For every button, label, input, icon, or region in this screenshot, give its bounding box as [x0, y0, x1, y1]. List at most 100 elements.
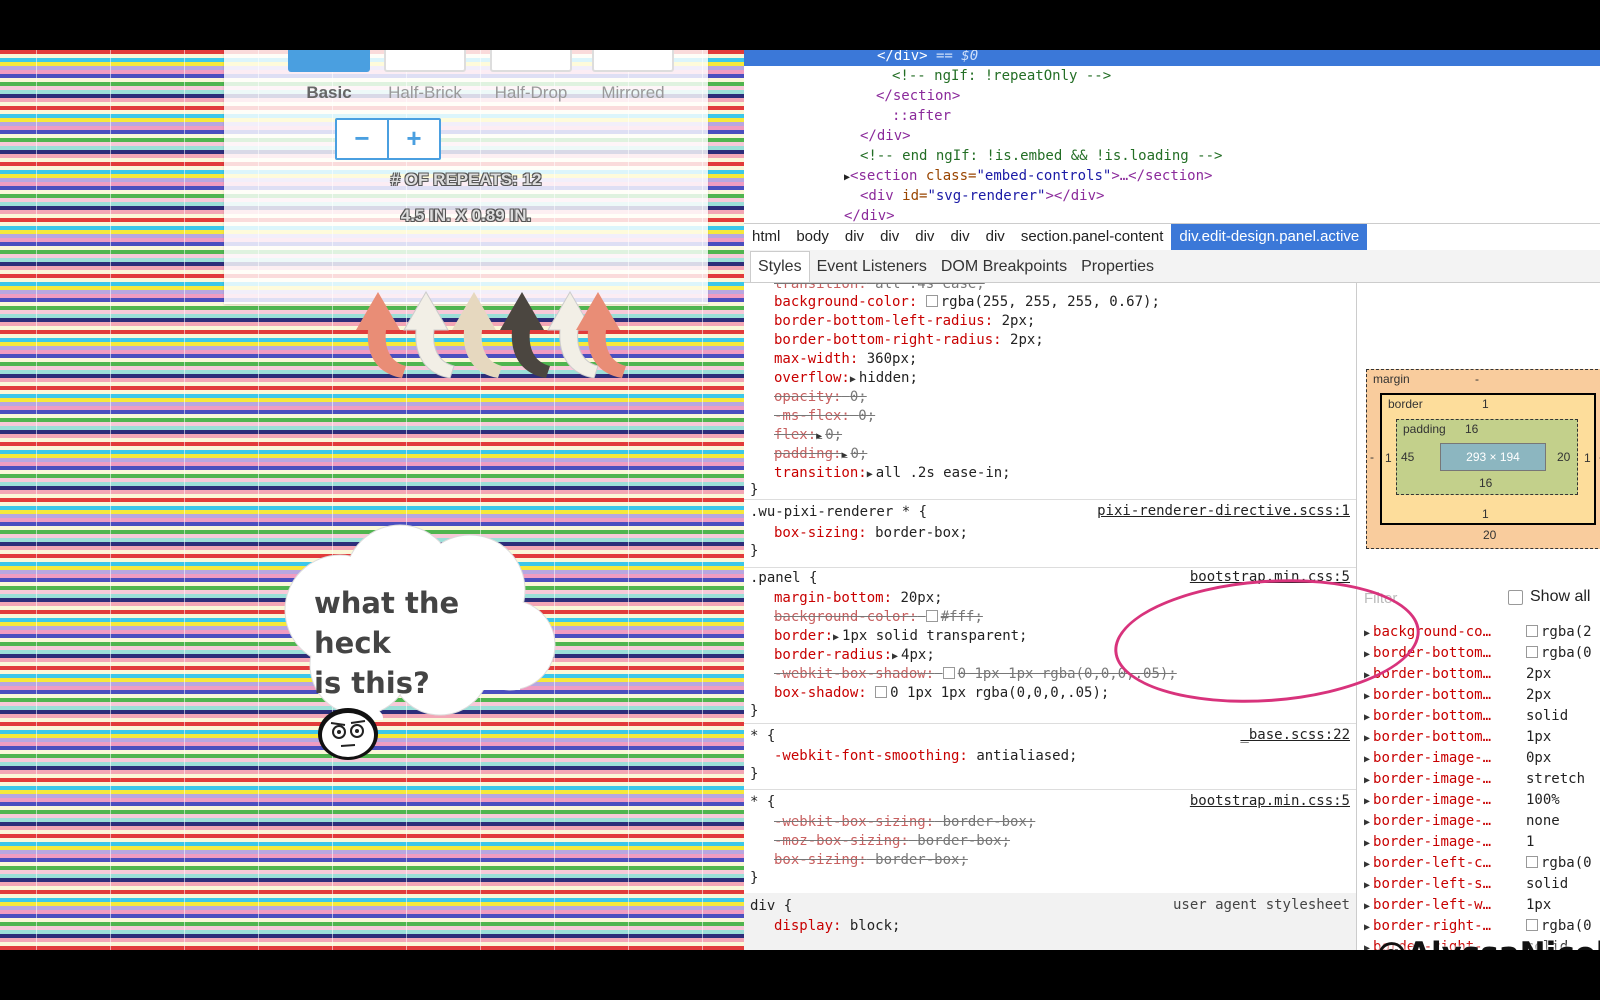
- declaration[interactable]: flex:▶ 0;: [774, 426, 842, 444]
- expand-triangle-icon[interactable]: ▶: [1364, 880, 1370, 891]
- expand-triangle-icon[interactable]: ▶: [1364, 817, 1370, 828]
- declaration[interactable]: transition: all .4s ease;: [774, 283, 985, 293]
- declaration[interactable]: padding:▶ 0;: [774, 445, 867, 463]
- expand-triangle-icon[interactable]: ▶: [850, 374, 856, 385]
- repeat-label-basic[interactable]: Basic: [274, 83, 384, 103]
- crumb-active[interactable]: div.edit-design.panel.active: [1171, 224, 1368, 250]
- color-swatch[interactable]: [925, 295, 938, 307]
- expand-triangle-icon[interactable]: ▶: [841, 450, 847, 461]
- dom-node-svg-renderer[interactable]: <div id="svg-renderer"></div>: [860, 186, 1104, 206]
- dom-node[interactable]: </div>: [844, 206, 895, 223]
- rule-source-link[interactable]: pixi-renderer-directive.scss:1: [1097, 503, 1350, 519]
- crumb-section[interactable]: section.panel-content: [1013, 224, 1172, 250]
- declaration[interactable]: -ms-flex: 0;: [774, 407, 875, 425]
- computed-property[interactable]: ▶ border-bottom… 1px: [1364, 727, 1551, 748]
- computed-property[interactable]: ▶ border-left-c… rgba(0: [1364, 853, 1592, 874]
- declaration[interactable]: transition:▶ all .2s ease-in;: [774, 464, 1011, 482]
- declaration[interactable]: background-color: rgba(255, 255, 255, 0.…: [774, 293, 1160, 311]
- tab-dom-breakpoints[interactable]: DOM Breakpoints: [934, 252, 1074, 282]
- computed-property[interactable]: ▶ border-image-… 0px: [1364, 748, 1551, 769]
- expand-triangle-icon[interactable]: ▶: [1364, 922, 1370, 933]
- computed-property[interactable]: ▶ border-left-w… 1px: [1364, 895, 1551, 916]
- declaration[interactable]: box-sizing: border-box;: [774, 524, 968, 542]
- rule-selector[interactable]: * {: [750, 793, 775, 811]
- expand-triangle-icon[interactable]: ▶: [1364, 691, 1370, 702]
- declaration[interactable]: border-radius:▶ 4px;: [774, 646, 935, 664]
- repeat-mirrored-thumb[interactable]: [592, 50, 674, 72]
- expand-triangle-icon[interactable]: ▶: [1364, 901, 1370, 912]
- dom-comment[interactable]: <!-- ngIf: !repeatOnly -->: [892, 66, 1111, 86]
- repeat-half-drop-thumb[interactable]: [490, 50, 572, 72]
- repeat-half-brick-thumb[interactable]: [384, 50, 466, 72]
- dom-pseudo[interactable]: ::after: [892, 106, 951, 126]
- crumb-div[interactable]: div: [978, 224, 1013, 250]
- tab-styles[interactable]: Styles: [750, 251, 810, 282]
- rule-source-link[interactable]: _base.scss:22: [1240, 727, 1350, 743]
- dom-node-embed-controls[interactable]: ▶<section class="embed-controls">…</sect…: [844, 166, 1212, 186]
- rule-selector[interactable]: div {: [750, 897, 792, 915]
- computed-property[interactable]: ▶ border-right-… rgba(0: [1364, 916, 1592, 937]
- crumb-body[interactable]: body: [788, 224, 837, 250]
- expand-triangle-icon[interactable]: ▶: [1364, 712, 1370, 723]
- show-all-checkbox[interactable]: [1508, 589, 1523, 605]
- crumb-div[interactable]: div: [837, 224, 872, 250]
- expand-triangle-icon[interactable]: ▶: [867, 469, 873, 480]
- crumb-div[interactable]: div: [907, 224, 942, 250]
- declaration[interactable]: max-width: 360px;: [774, 350, 917, 368]
- shadow-swatch[interactable]: [942, 667, 955, 679]
- declaration[interactable]: -moz-box-sizing: border-box;: [774, 832, 1010, 850]
- shadow-swatch[interactable]: [875, 686, 888, 698]
- color-swatch[interactable]: [1526, 856, 1538, 868]
- tab-event-listeners[interactable]: Event Listeners: [810, 252, 934, 282]
- declaration[interactable]: -webkit-box-shadow: 0 1px 1px rgba(0,0,0…: [774, 665, 1177, 683]
- computed-property[interactable]: ▶ border-image-… 100%: [1364, 790, 1560, 811]
- rule-selector[interactable]: .panel {: [750, 569, 817, 587]
- expand-triangle-icon[interactable]: ▶: [1364, 838, 1370, 849]
- repeat-label-half-brick[interactable]: Half-Brick: [370, 83, 480, 103]
- computed-property[interactable]: ▶ border-bottom… 2px: [1364, 685, 1551, 706]
- repeat-label-half-drop[interactable]: Half-Drop: [476, 83, 586, 103]
- color-swatch[interactable]: [1526, 646, 1538, 658]
- box-model-content[interactable]: 293 × 194: [1440, 443, 1546, 471]
- repeat-basic-thumb[interactable]: [288, 50, 370, 72]
- declaration[interactable]: box-sizing: border-box;: [774, 851, 968, 869]
- crumb-html[interactable]: html: [744, 224, 788, 250]
- computed-property[interactable]: ▶ border-image-… 1: [1364, 832, 1534, 853]
- expand-triangle-icon[interactable]: ▶: [1364, 859, 1370, 870]
- declaration[interactable]: background-color: #fff;: [774, 608, 983, 626]
- expand-triangle-icon[interactable]: ▶: [833, 632, 839, 643]
- declaration[interactable]: -webkit-font-smoothing: antialiased;: [774, 747, 1077, 765]
- expand-triangle-icon[interactable]: ▶: [892, 651, 898, 662]
- declaration[interactable]: overflow:▶ hidden;: [774, 369, 918, 387]
- rule-source-link[interactable]: bootstrap.min.css:5: [1190, 793, 1350, 809]
- declaration[interactable]: margin-bottom: 20px;: [774, 589, 943, 607]
- color-swatch[interactable]: [1526, 625, 1538, 637]
- expand-triangle-icon[interactable]: ▶: [816, 431, 822, 442]
- expand-triangle-icon[interactable]: ▶: [1364, 775, 1370, 786]
- declaration[interactable]: box-shadow: 0 1px 1px rgba(0,0,0,.05);: [774, 684, 1109, 702]
- tab-properties[interactable]: Properties: [1074, 252, 1161, 282]
- decrement-button[interactable]: −: [337, 120, 387, 158]
- declaration[interactable]: border-bottom-left-radius: 2px;: [774, 312, 1035, 330]
- dom-node-selected[interactable]: </div> == $0: [744, 50, 1600, 66]
- computed-property[interactable]: ▶ border-bottom… solid: [1364, 706, 1568, 727]
- dom-comment[interactable]: <!-- end ngIf: !is.embed && !is.loading …: [860, 146, 1222, 166]
- rule-selector[interactable]: * {: [750, 727, 775, 745]
- expand-triangle-icon[interactable]: ▶: [1364, 796, 1370, 807]
- rule-selector[interactable]: .wu-pixi-renderer * {: [750, 503, 927, 521]
- color-swatch[interactable]: [925, 610, 938, 622]
- expand-triangle-icon[interactable]: ▶: [1364, 733, 1370, 744]
- declaration[interactable]: opacity: 0;: [774, 388, 867, 406]
- crumb-div[interactable]: div: [872, 224, 907, 250]
- computed-property[interactable]: ▶ border-left-s… solid: [1364, 874, 1568, 895]
- computed-property[interactable]: ▶ border-image-… stretch: [1364, 769, 1585, 790]
- color-swatch[interactable]: [1526, 919, 1538, 931]
- declaration[interactable]: -webkit-box-sizing: border-box;: [774, 813, 1035, 831]
- dom-node[interactable]: </section>: [876, 86, 960, 106]
- repeat-label-mirrored[interactable]: Mirrored: [578, 83, 688, 103]
- declaration[interactable]: border-bottom-right-radius: 2px;: [774, 331, 1044, 349]
- declaration[interactable]: border:▶ 1px solid transparent;: [774, 627, 1027, 645]
- crumb-div[interactable]: div: [942, 224, 977, 250]
- expand-triangle-icon[interactable]: ▶: [1364, 754, 1370, 765]
- show-all-toggle[interactable]: Show all: [1508, 588, 1590, 606]
